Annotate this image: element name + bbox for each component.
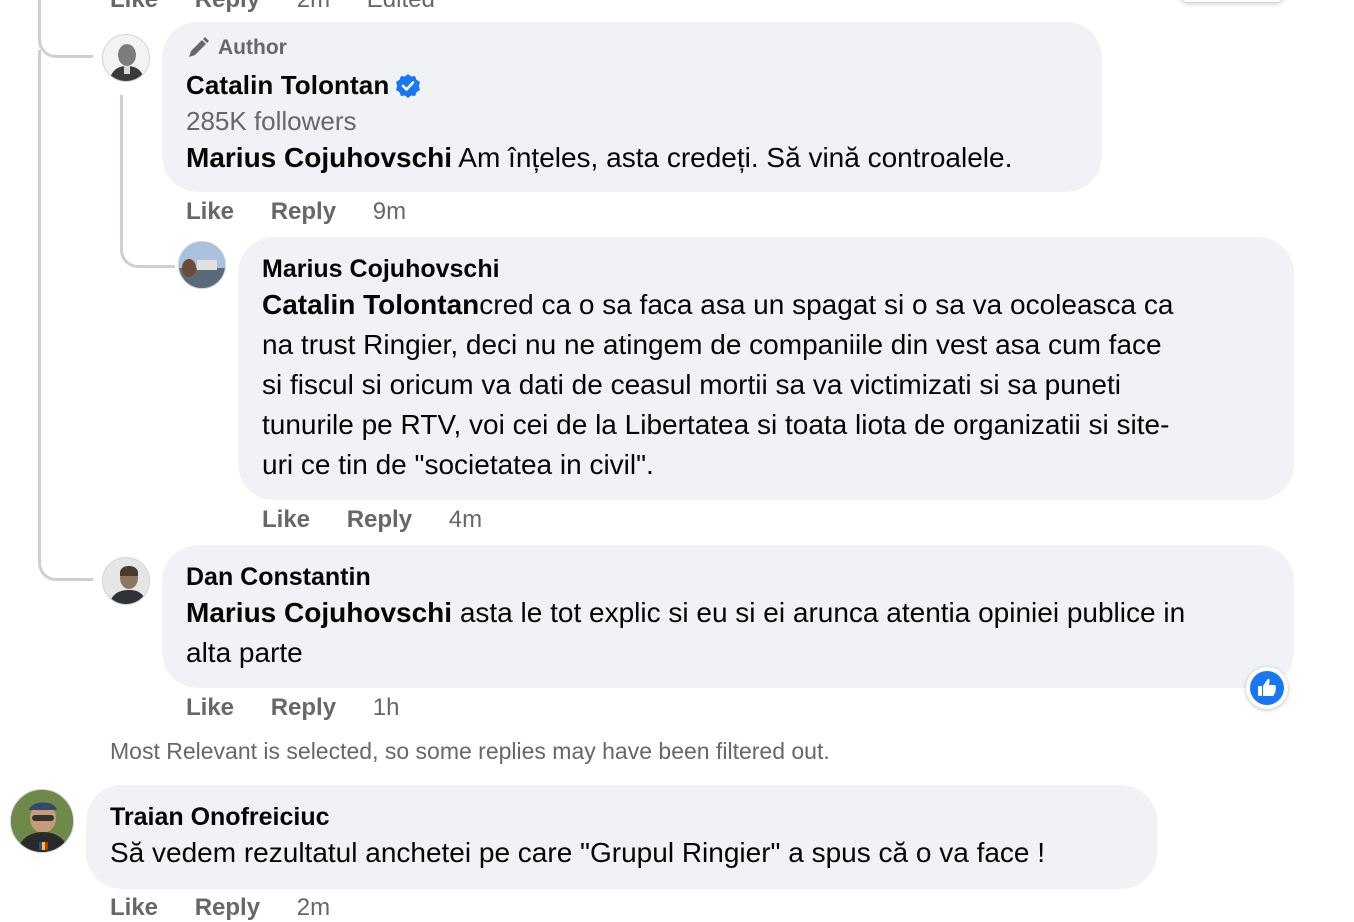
comment-author[interactable]: Dan Constantin [186,563,371,592]
like-button[interactable]: Like [110,0,158,14]
mention-link[interactable]: Marius Cojuhovschi [186,142,452,173]
pen-icon [189,37,209,57]
comment-text-line: si fiscul si oricum va dati de ceasul mo… [262,369,1121,400]
comment-author[interactable]: Catalin Tolontan [186,70,389,101]
like-button[interactable]: Like [110,894,158,922]
comment-bubble: Dan Constantin Marius Cojuhovschi asta l… [162,545,1294,688]
comment-text-line: cred ca o sa faca asa un spagat si o sa … [479,289,1174,320]
thumbs-up-icon [1250,671,1284,705]
followers-count: 285K followers [186,106,357,136]
comment-text: Să vedem rezultatul anchetei pe care "Gr… [110,837,1046,868]
person-avatar-icon [103,558,149,604]
filter-notice: Most Relevant is selected, so some repli… [110,738,830,764]
avatar[interactable] [102,557,150,605]
comment-text: Catalin Tolontancred ca o sa faca asa un… [262,285,1282,485]
comment-actions: Like Reply 2m [110,894,360,922]
comment-time[interactable]: 4m [449,506,482,534]
comment-text-line: tunurile pe RTV, voi cei de la Libertate… [262,409,1170,440]
author-badge: Author [186,36,287,60]
comment-bubble: Traian Onofreiciuc Să vedem rezultatul a… [86,785,1157,889]
comment-bubble: Marius Cojuhovschi Catalin Tolontancred … [238,237,1294,500]
comment-time[interactable]: 2m [297,0,330,14]
comment-time[interactable]: 1h [373,694,400,722]
like-button[interactable]: Like [186,694,234,722]
comment-text: Marius Cojuhovschi asta le tot explic si… [186,593,1185,673]
mention-link[interactable]: Marius Cojuhovschi [186,597,452,628]
mention-link[interactable]: Catalin Tolontan [262,289,479,320]
comment-text-line: alta parte [186,637,303,668]
previous-comment-actions: Like Reply 2m Edited [110,0,465,14]
comment-text: Marius Cojuhovschi Am înțeles, asta cred… [186,138,1012,178]
reply-button[interactable]: Reply [271,198,336,226]
like-button[interactable]: Like [262,506,310,534]
reaction-badge[interactable] [1246,667,1288,709]
thread-line-main-continue [38,50,93,581]
person-avatar-icon [179,242,225,288]
person-avatar-icon [11,790,73,852]
avatar[interactable] [10,789,74,853]
comment-author[interactable]: Marius Cojuhovschi [262,255,500,284]
like-button[interactable]: Like [186,198,234,226]
comment-actions: Like Reply 9m [186,198,436,226]
reply-button[interactable]: Reply [195,0,260,14]
comment-text-line: asta le tot explic si eu si ei arunca at… [452,597,1186,628]
partial-card-edge [1180,0,1284,2]
comment-actions: Like Reply 4m [262,506,512,534]
comment-bubble: Author Catalin Tolontan 285K followers M… [162,22,1102,192]
edited-label: Edited [367,0,435,14]
reply-button[interactable]: Reply [271,694,336,722]
comment-author[interactable]: Traian Onofreiciuc [110,803,330,832]
avatar[interactable] [102,34,150,82]
reply-button[interactable]: Reply [347,506,412,534]
comment-time[interactable]: 9m [373,198,406,226]
avatar[interactable] [178,241,226,289]
comment-text-content: Am înțeles, asta credeți. Să vină contro… [452,142,1013,173]
comment-text-line: uri ce tin de "societatea in civil". [262,449,654,480]
comment-time[interactable]: 2m [297,894,330,922]
reply-button[interactable]: Reply [195,894,260,922]
comment-actions: Like Reply 1h [186,694,429,722]
verified-badge-icon [396,73,421,98]
person-avatar-icon [109,44,145,81]
author-badge-label: Author [218,36,287,59]
comment-text-line: na trust Ringier, deci nu ne atingem de … [262,329,1162,360]
